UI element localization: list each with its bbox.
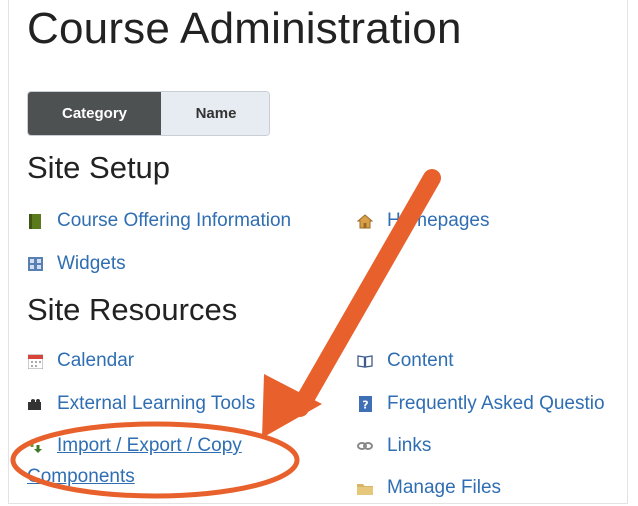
page-title: Course Administration (27, 4, 462, 53)
link-label: External Learning Tools (57, 393, 256, 414)
import-export-copy-components-link[interactable]: Import / Export / Copy (27, 435, 242, 457)
faq-link[interactable]: ? Frequently Asked Questio (357, 393, 605, 415)
category-toggle-button[interactable]: Category (28, 92, 161, 135)
link-label: Content (387, 350, 454, 371)
book-icon (27, 213, 43, 229)
widget-grid-icon (27, 256, 43, 272)
link-label: Links (387, 435, 432, 456)
calendar-icon (27, 353, 43, 369)
import-arrows-icon (27, 438, 43, 454)
widgets-link[interactable]: Widgets (27, 253, 126, 275)
link-label-line2: Components (27, 466, 135, 487)
link-label: Widgets (57, 253, 126, 274)
page-frame (8, 0, 628, 504)
view-toggle: Category Name (27, 91, 270, 136)
links-link[interactable]: Links (357, 435, 431, 457)
folder-icon (357, 480, 373, 496)
content-link[interactable]: Content (357, 350, 454, 372)
link-label: Calendar (57, 350, 135, 371)
import-export-copy-components-link-line2[interactable]: Components (27, 466, 135, 488)
house-icon (357, 213, 373, 229)
svg-text:?: ? (362, 399, 368, 412)
link-label: Course Offering Information (57, 210, 292, 231)
calendar-link[interactable]: Calendar (27, 350, 134, 372)
link-label: Homepages (387, 210, 490, 231)
link-label: Manage Files (387, 477, 502, 498)
puzzle-icon (27, 396, 43, 412)
link-label: Frequently Asked Questio (387, 393, 605, 414)
open-book-icon (357, 353, 373, 369)
name-toggle-button[interactable]: Name (161, 92, 269, 135)
section-heading-site-resources: Site Resources (27, 292, 238, 327)
faq-icon: ? (357, 396, 373, 412)
link-label: Import / Export / Copy (57, 435, 242, 456)
external-learning-tools-link[interactable]: External Learning Tools (27, 393, 255, 415)
section-heading-site-setup: Site Setup (27, 150, 171, 185)
course-offering-information-link[interactable]: Course Offering Information (27, 210, 291, 232)
chain-link-icon (357, 438, 373, 454)
manage-files-link[interactable]: Manage Files (357, 477, 501, 499)
homepages-link[interactable]: Homepages (357, 210, 489, 232)
